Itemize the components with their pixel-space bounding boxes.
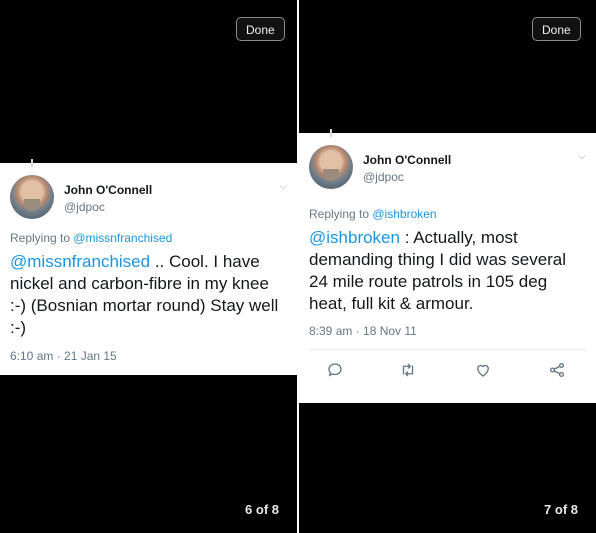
like-icon[interactable] — [471, 358, 495, 382]
page-counter: 7 of 8 — [544, 502, 578, 517]
replying-to: Replying to @missnfranchised — [10, 231, 172, 245]
replying-to: Replying to @ishbroken — [309, 207, 437, 221]
done-button[interactable]: Done — [532, 17, 581, 41]
chevron-down-icon[interactable]: ⌵ — [279, 181, 287, 192]
chevron-down-icon[interactable]: ⌵ — [578, 151, 586, 162]
avatar[interactable] — [309, 145, 353, 189]
tweet-text: @missnfranchised .. Cool. I have nickel … — [10, 251, 285, 339]
reply-icon[interactable] — [323, 358, 347, 382]
media-viewer-left: Done John O'Connell @jdpoc ⌵ Replying to… — [0, 0, 297, 533]
tweet-text: @ishbroken : Actually, most demanding th… — [309, 227, 584, 315]
author-name[interactable]: John O'Connell — [64, 183, 152, 197]
page-counter: 6 of 8 — [245, 502, 279, 517]
author-handle[interactable]: @jdpoc — [363, 170, 404, 184]
thread-connector — [330, 129, 332, 137]
author-handle[interactable]: @jdpoc — [64, 200, 105, 214]
retweet-icon[interactable] — [396, 358, 420, 382]
mention-link[interactable]: @ishbroken — [309, 228, 400, 247]
replying-to-link[interactable]: @missnfranchised — [73, 231, 172, 245]
avatar[interactable] — [10, 175, 54, 219]
tweet-timestamp[interactable]: 8:39 am · 18 Nov 11 — [309, 324, 417, 338]
replying-to-link[interactable]: @ishbroken — [372, 207, 436, 221]
mention-link[interactable]: @missnfranchised — [10, 252, 150, 271]
replying-prefix: Replying to — [309, 207, 373, 221]
thread-connector — [31, 159, 33, 167]
media-viewer-right: Done John O'Connell @jdpoc ⌵ Replying to… — [299, 0, 596, 533]
tweet-card[interactable]: John O'Connell @jdpoc ⌵ Replying to @ish… — [299, 129, 596, 403]
author-name[interactable]: John O'Connell — [363, 153, 451, 167]
tweet-actions — [299, 358, 596, 382]
done-button[interactable]: Done — [236, 17, 285, 41]
share-icon[interactable] — [545, 358, 569, 382]
actions-divider — [309, 349, 586, 350]
tweet-card[interactable]: John O'Connell @jdpoc ⌵ Replying to @mis… — [0, 159, 297, 375]
tweet-timestamp[interactable]: 6:10 am · 21 Jan 15 — [10, 349, 117, 363]
replying-prefix: Replying to — [10, 231, 74, 245]
